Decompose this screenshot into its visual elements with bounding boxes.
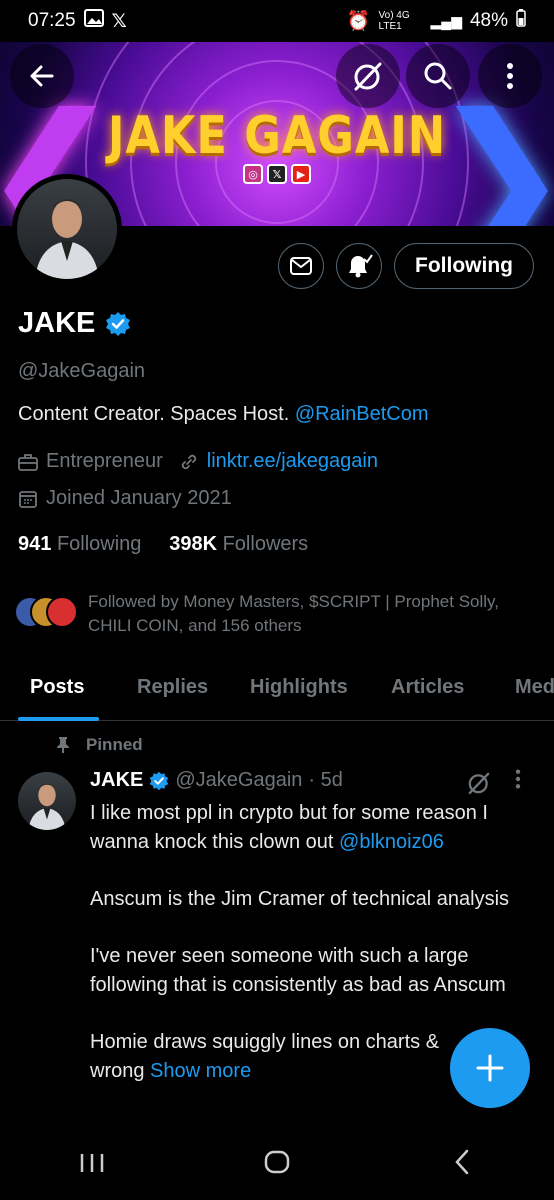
pin-icon [57,737,69,753]
profile-handle: @JakeGagain [18,360,146,382]
banner-social-icons: ◎ 𝕏 ▶ [243,164,311,184]
envelope-icon [290,257,313,275]
follow-stats: 941 Following 398K Followers [18,533,308,556]
profile-name-row: JAKE [18,307,131,340]
avatar [46,596,78,628]
grok-icon [468,772,490,795]
search-icon [424,62,452,90]
arrow-left-icon [30,65,54,87]
bell-check-icon [349,254,373,278]
battery-icon [516,9,526,33]
post-paragraph-cut: wrong [90,1060,145,1082]
recent-apps-icon [81,1154,104,1172]
briefcase-icon [18,453,38,471]
profile-bio: Content Creator. Spaces Host. @RainBetCo… [18,403,429,426]
instagram-icon: ◎ [243,164,263,184]
occupation-label: Entrepreneur [46,450,163,472]
following-button[interactable]: Following [394,243,534,289]
tab-replies[interactable]: Replies [137,660,208,715]
following-stat[interactable]: 941 Following [18,533,141,555]
show-more-link[interactable]: Show more [150,1060,251,1082]
post-grok-button[interactable] [466,770,492,801]
post-mention-link[interactable]: @blknoiz06 [339,831,444,853]
recent-apps-button[interactable] [62,1149,122,1181]
more-options-button[interactable] [478,44,542,108]
bio-mention-link[interactable]: @RainBetCom [295,403,429,425]
active-tab-indicator [18,717,99,721]
followed-by-row[interactable]: Followed by Money Masters, $SCRIPT | Pro… [14,590,508,638]
following-label: Following [56,533,142,555]
followed-by-avatars [14,596,78,638]
post-author-handle[interactable]: @JakeGagain [175,769,302,792]
notifications-button[interactable] [336,243,383,289]
post-author-name[interactable]: JAKE [90,769,143,792]
plus-icon [476,1054,504,1082]
more-vertical-icon [507,63,513,89]
pinned-label: Pinned [86,735,143,754]
post-paragraph: Homie draws squiggly lines on charts & [90,1031,440,1053]
more-vertical-icon [515,769,521,789]
profile-actions: Following [278,243,534,289]
home-button[interactable] [247,1149,307,1181]
profile-avatar[interactable] [12,174,122,284]
followers-stat[interactable]: 398K Followers [169,533,308,555]
signal-icon: ▂▄▆ [430,12,462,29]
network-indicator: Vo) 4G LTE1 [378,10,410,32]
profile-tabs: Posts Replies Highlights Articles Med [0,660,554,721]
youtube-icon: ▶ [291,164,311,184]
followers-count: 398K [169,533,218,555]
banner-title: JAKE GAGAIN [107,106,447,166]
pinned-indicator: Pinned [56,735,143,755]
back-button[interactable] [10,44,74,108]
status-time: 07:25 [28,10,76,31]
chevron-left-icon [454,1149,468,1174]
system-navigation-bar [0,1130,554,1200]
x-notification-icon: 𝕏 [111,10,127,32]
avatar [17,179,117,279]
grok-button[interactable] [336,44,400,108]
tab-articles[interactable]: Articles [391,660,464,715]
joined-date: Joined January 2021 [46,487,232,509]
post-more-button[interactable] [514,768,522,796]
grok-icon [354,62,382,91]
verified-badge-icon [150,771,169,790]
post-paragraph: Anscum is the Jim Cramer of technical an… [90,888,510,910]
tab-posts[interactable]: Posts [30,660,84,715]
battery-level: 48% [469,10,508,31]
followers-label: Followers [222,533,309,555]
search-button[interactable] [406,44,470,108]
tab-highlights[interactable]: Highlights [250,660,348,715]
alarm-icon: ⏰ [346,11,371,32]
post-paragraph: I've never seen someone with such a larg… [90,945,506,996]
post-author-avatar[interactable] [18,772,76,830]
joined-row: Joined January 2021 [18,487,232,510]
post-time: · 5d [308,769,343,791]
calendar-icon [19,490,37,508]
followed-by-text: Followed by Money Masters, $SCRIPT | Pro… [88,592,500,635]
post-header: JAKE @JakeGagain · 5d [90,769,343,792]
verified-badge-icon [106,311,131,336]
system-back-button[interactable] [432,1149,492,1182]
gallery-notification-icon [83,9,104,33]
link-icon [181,454,196,469]
x-logo-icon: 𝕏 [267,164,287,184]
profile-meta-row: Entrepreneur linktr.ee/jakegagain [18,450,378,473]
following-count: 941 [18,533,52,555]
profile-name: JAKE [18,307,96,339]
tab-media[interactable]: Med [515,660,554,715]
message-button[interactable] [278,243,325,289]
website-link[interactable]: linktr.ee/jakegagain [207,450,378,473]
bio-text: Content Creator. Spaces Host. [18,403,290,425]
status-bar: 07:25 𝕏 ⏰ Vo) 4G LTE1 ▂▄▆ 48% [0,0,554,42]
compose-post-button[interactable] [450,1028,530,1108]
home-icon [264,1150,290,1174]
